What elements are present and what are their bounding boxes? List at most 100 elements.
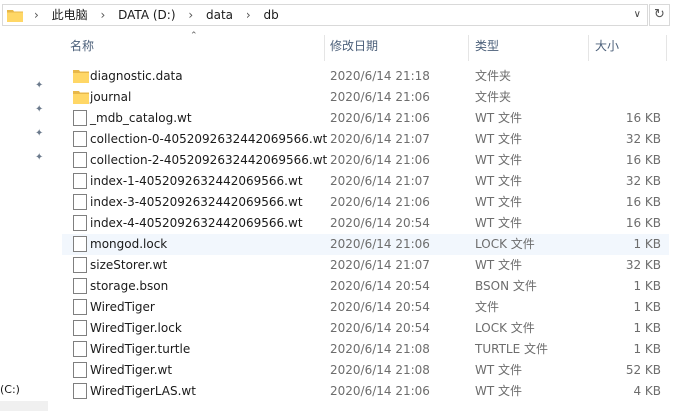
file-date: 2020/6/14 21:06 bbox=[330, 90, 430, 104]
file-icon bbox=[73, 257, 87, 273]
breadcrumb-drive-d[interactable]: DATA (D:) bbox=[118, 5, 175, 25]
file-row[interactable]: collection-0-4052092632442069566.wt 2020/… bbox=[62, 129, 669, 150]
file-name: _mdb_catalog.wt bbox=[90, 111, 192, 125]
file-list: diagnostic.data 2020/6/14 21:18 文件夹 journal… bbox=[62, 66, 669, 402]
file-row[interactable]: sizeStorer.wt 2020/6/14 21:07 WT 文件 32 KB bbox=[62, 255, 669, 276]
file-row[interactable]: collection-2-4052092632442069566.wt 2020/… bbox=[62, 150, 669, 171]
file-date: 2020/6/14 21:07 bbox=[330, 174, 430, 188]
file-row[interactable]: journal 2020/6/14 21:06 文件夹 bbox=[62, 87, 669, 108]
file-type: BSON 文件 bbox=[475, 279, 537, 293]
file-date: 2020/6/14 20:54 bbox=[330, 216, 430, 230]
file-type: WT 文件 bbox=[475, 111, 523, 125]
file-type: 文件 bbox=[475, 300, 500, 314]
file-row[interactable]: index-1-4052092632442069566.wt 2020/6/14 … bbox=[62, 171, 669, 192]
breadcrumb-data[interactable]: data bbox=[206, 5, 233, 25]
refresh-button[interactable]: ↻ bbox=[649, 4, 670, 26]
chevron-down-icon[interactable]: ∨ bbox=[634, 5, 641, 25]
file-size: 1 KB bbox=[633, 237, 661, 251]
file-size: 16 KB bbox=[625, 216, 661, 230]
file-name: WiredTiger.turtle bbox=[90, 342, 191, 356]
file-type: WT 文件 bbox=[475, 195, 523, 209]
file-row[interactable]: _mdb_catalog.wt 2020/6/14 21:06 WT 文件 16 KB bbox=[62, 108, 669, 129]
folder-icon bbox=[73, 91, 89, 104]
file-row[interactable]: mongod.lock 2020/6/14 21:06 LOCK 文件 1 KB bbox=[62, 234, 669, 255]
file-type: TURTLE 文件 bbox=[475, 342, 548, 356]
breadcrumb-separator-icon[interactable]: › bbox=[100, 5, 105, 25]
column-divider[interactable] bbox=[588, 35, 589, 61]
refresh-icon: ↻ bbox=[654, 7, 665, 22]
breadcrumb-separator-icon[interactable]: › bbox=[246, 5, 251, 25]
column-header-name[interactable]: 名称 bbox=[70, 31, 94, 61]
file-date: 2020/6/14 21:06 bbox=[330, 195, 430, 209]
file-name: index-3-4052092632442069566.wt bbox=[90, 195, 303, 209]
nav-pane-scrollbar[interactable] bbox=[0, 401, 48, 411]
column-header-type[interactable]: 类型 bbox=[475, 31, 499, 61]
address-bar[interactable]: › 此电脑 › DATA (D:) › data › db ∨ bbox=[2, 4, 648, 26]
file-icon bbox=[73, 110, 87, 126]
file-name: index-1-4052092632442069566.wt bbox=[90, 174, 303, 188]
file-size: 1 KB bbox=[633, 300, 661, 314]
breadcrumb-this-pc[interactable]: 此电脑 bbox=[52, 5, 88, 25]
column-divider[interactable] bbox=[468, 35, 469, 61]
file-date: 2020/6/14 20:54 bbox=[330, 279, 430, 293]
file-name: collection-2-4052092632442069566.wt bbox=[90, 153, 328, 167]
file-name: mongod.lock bbox=[90, 237, 168, 251]
file-icon bbox=[73, 173, 87, 189]
file-type: WT 文件 bbox=[475, 153, 523, 167]
pin-icon[interactable]: ✦ bbox=[35, 105, 45, 115]
file-type: 文件夹 bbox=[475, 90, 512, 104]
file-date: 2020/6/14 21:08 bbox=[330, 363, 430, 377]
file-size: 4 KB bbox=[633, 384, 661, 398]
file-type: WT 文件 bbox=[475, 258, 523, 272]
file-name: WiredTigerLAS.wt bbox=[90, 384, 196, 398]
breadcrumb-db[interactable]: db bbox=[263, 5, 278, 25]
file-size: 16 KB bbox=[625, 111, 661, 125]
column-divider[interactable] bbox=[666, 35, 667, 61]
file-date: 2020/6/14 21:06 bbox=[330, 237, 430, 251]
nav-item-drive-c[interactable]: (C:) bbox=[0, 383, 20, 396]
file-type: WT 文件 bbox=[475, 216, 523, 230]
file-date: 2020/6/14 21:06 bbox=[330, 153, 430, 167]
pin-icon[interactable]: ✦ bbox=[35, 129, 45, 139]
column-header-date[interactable]: 修改日期 bbox=[330, 31, 378, 61]
file-row[interactable]: WiredTiger.wt 2020/6/14 21:08 WT 文件 52 KB bbox=[62, 360, 669, 381]
file-row[interactable]: WiredTiger.turtle 2020/6/14 21:08 TURTLE 文… bbox=[62, 339, 669, 360]
file-size: 1 KB bbox=[633, 321, 661, 335]
file-icon bbox=[73, 299, 87, 315]
pin-icon[interactable]: ✦ bbox=[35, 153, 45, 163]
file-size: 1 KB bbox=[633, 342, 661, 356]
breadcrumb-separator-icon[interactable]: › bbox=[188, 5, 193, 25]
file-date: 2020/6/14 21:18 bbox=[330, 69, 430, 83]
file-name: index-4-4052092632442069566.wt bbox=[90, 216, 303, 230]
file-icon bbox=[73, 152, 87, 168]
file-icon bbox=[73, 383, 87, 399]
file-size: 16 KB bbox=[625, 153, 661, 167]
navigation-pane[interactable]: ✦ ✦ ✦ ✦ bbox=[0, 31, 62, 411]
file-type: WT 文件 bbox=[475, 384, 523, 398]
file-name: journal bbox=[90, 90, 132, 104]
file-icon bbox=[73, 278, 87, 294]
pin-icon[interactable]: ✦ bbox=[35, 81, 45, 91]
file-row[interactable]: index-4-4052092632442069566.wt 2020/6/14 … bbox=[62, 213, 669, 234]
file-icon bbox=[73, 215, 87, 231]
file-row[interactable]: diagnostic.data 2020/6/14 21:18 文件夹 bbox=[62, 66, 669, 87]
file-name: collection-0-4052092632442069566.wt bbox=[90, 132, 328, 146]
file-icon bbox=[73, 131, 87, 147]
file-date: 2020/6/14 21:07 bbox=[330, 258, 430, 272]
file-row[interactable]: storage.bson 2020/6/14 20:54 BSON 文件 1 KB bbox=[62, 276, 669, 297]
file-date: 2020/6/14 21:08 bbox=[330, 342, 430, 356]
file-row[interactable]: WiredTiger 2020/6/14 20:54 文件 1 KB bbox=[62, 297, 669, 318]
file-date: 2020/6/14 21:07 bbox=[330, 132, 430, 146]
file-type: LOCK 文件 bbox=[475, 237, 535, 251]
file-row[interactable]: index-3-4052092632442069566.wt 2020/6/14 … bbox=[62, 192, 669, 213]
file-row[interactable]: WiredTiger.lock 2020/6/14 20:54 LOCK 文件 1 K… bbox=[62, 318, 669, 339]
file-size: 1 KB bbox=[633, 279, 661, 293]
column-divider[interactable] bbox=[324, 35, 325, 61]
breadcrumb-separator-icon[interactable]: › bbox=[34, 5, 39, 25]
file-name: WiredTiger bbox=[90, 300, 155, 314]
column-header-size[interactable]: 大小 bbox=[595, 31, 619, 61]
vertical-scrollbar[interactable] bbox=[669, 31, 681, 411]
file-name: storage.bson bbox=[90, 279, 169, 293]
file-row[interactable]: WiredTigerLAS.wt 2020/6/14 21:06 WT 文件 4 KB bbox=[62, 381, 669, 402]
folder-icon bbox=[7, 10, 23, 22]
